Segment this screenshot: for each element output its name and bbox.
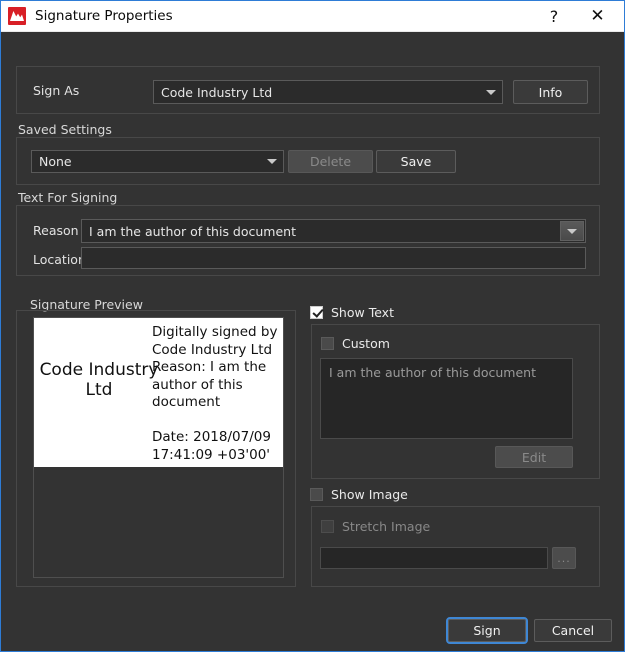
delete-button[interactable]: Delete bbox=[288, 150, 373, 173]
checkbox-icon bbox=[321, 337, 334, 350]
titlebar: Signature Properties ? ✕ bbox=[1, 1, 624, 32]
browse-image-button[interactable]: ... bbox=[552, 547, 576, 569]
show-text-label: Show Text bbox=[331, 305, 394, 320]
dialog-body: Sign As Code Industry Ltd Info Saved Set… bbox=[1, 32, 624, 651]
saved-settings-label: Saved Settings bbox=[15, 122, 115, 137]
save-button[interactable]: Save bbox=[376, 150, 456, 173]
signature-name-text: Code Industry Ltd bbox=[39, 360, 159, 400]
stretch-image-checkbox[interactable]: Stretch Image bbox=[321, 519, 430, 534]
sign-button[interactable]: Sign bbox=[446, 617, 528, 644]
custom-text-area[interactable]: I am the author of this document bbox=[320, 358, 573, 439]
reason-label: Reason bbox=[33, 223, 79, 238]
info-button[interactable]: Info bbox=[513, 80, 588, 104]
checkmark-icon bbox=[310, 306, 323, 319]
checkbox-icon bbox=[321, 520, 334, 533]
app-logo-icon bbox=[8, 7, 26, 25]
chevron-down-icon[interactable] bbox=[560, 221, 584, 241]
reason-value: I am the author of this document bbox=[89, 223, 296, 239]
custom-checkbox[interactable]: Custom bbox=[321, 336, 390, 351]
close-button[interactable]: ✕ bbox=[574, 1, 621, 31]
checkbox-icon bbox=[310, 488, 323, 501]
sign-as-value: Code Industry Ltd bbox=[161, 84, 273, 100]
location-label: Location bbox=[33, 252, 86, 267]
chevron-down-icon bbox=[261, 151, 283, 172]
window-title: Signature Properties bbox=[35, 8, 173, 24]
edit-button[interactable]: Edit bbox=[495, 446, 573, 468]
image-path-input[interactable] bbox=[320, 547, 548, 569]
show-image-label: Show Image bbox=[331, 487, 408, 502]
chevron-down-icon bbox=[480, 81, 502, 103]
sign-as-label: Sign As bbox=[33, 83, 80, 98]
saved-settings-value: None bbox=[39, 154, 72, 169]
help-button[interactable]: ? bbox=[534, 1, 574, 31]
cancel-button[interactable]: Cancel bbox=[534, 619, 612, 642]
show-image-checkbox[interactable]: Show Image bbox=[310, 487, 408, 502]
location-input[interactable] bbox=[81, 247, 586, 269]
reason-combo[interactable]: I am the author of this document bbox=[81, 219, 586, 243]
stretch-image-label: Stretch Image bbox=[342, 519, 431, 534]
custom-label: Custom bbox=[342, 336, 390, 351]
show-text-checkbox[interactable]: Show Text bbox=[310, 305, 394, 320]
signature-preview-frame[interactable]: Code Industry Ltd Digitally signed by Co… bbox=[33, 317, 284, 578]
signature-date-text: Date: 2018/07/09 17:41:09 +03'00' bbox=[152, 429, 276, 463]
signature-properties-dialog: Signature Properties ? ✕ Sign As Code In… bbox=[0, 0, 625, 652]
text-for-signing-label: Text For Signing bbox=[15, 190, 121, 205]
signature-details-text: Digitally signed by Code Industry Ltd Re… bbox=[152, 324, 282, 410]
sign-as-combo[interactable]: Code Industry Ltd bbox=[153, 80, 503, 104]
signature-preview-canvas: Code Industry Ltd Digitally signed by Co… bbox=[34, 318, 283, 467]
saved-settings-combo[interactable]: None bbox=[31, 150, 284, 173]
